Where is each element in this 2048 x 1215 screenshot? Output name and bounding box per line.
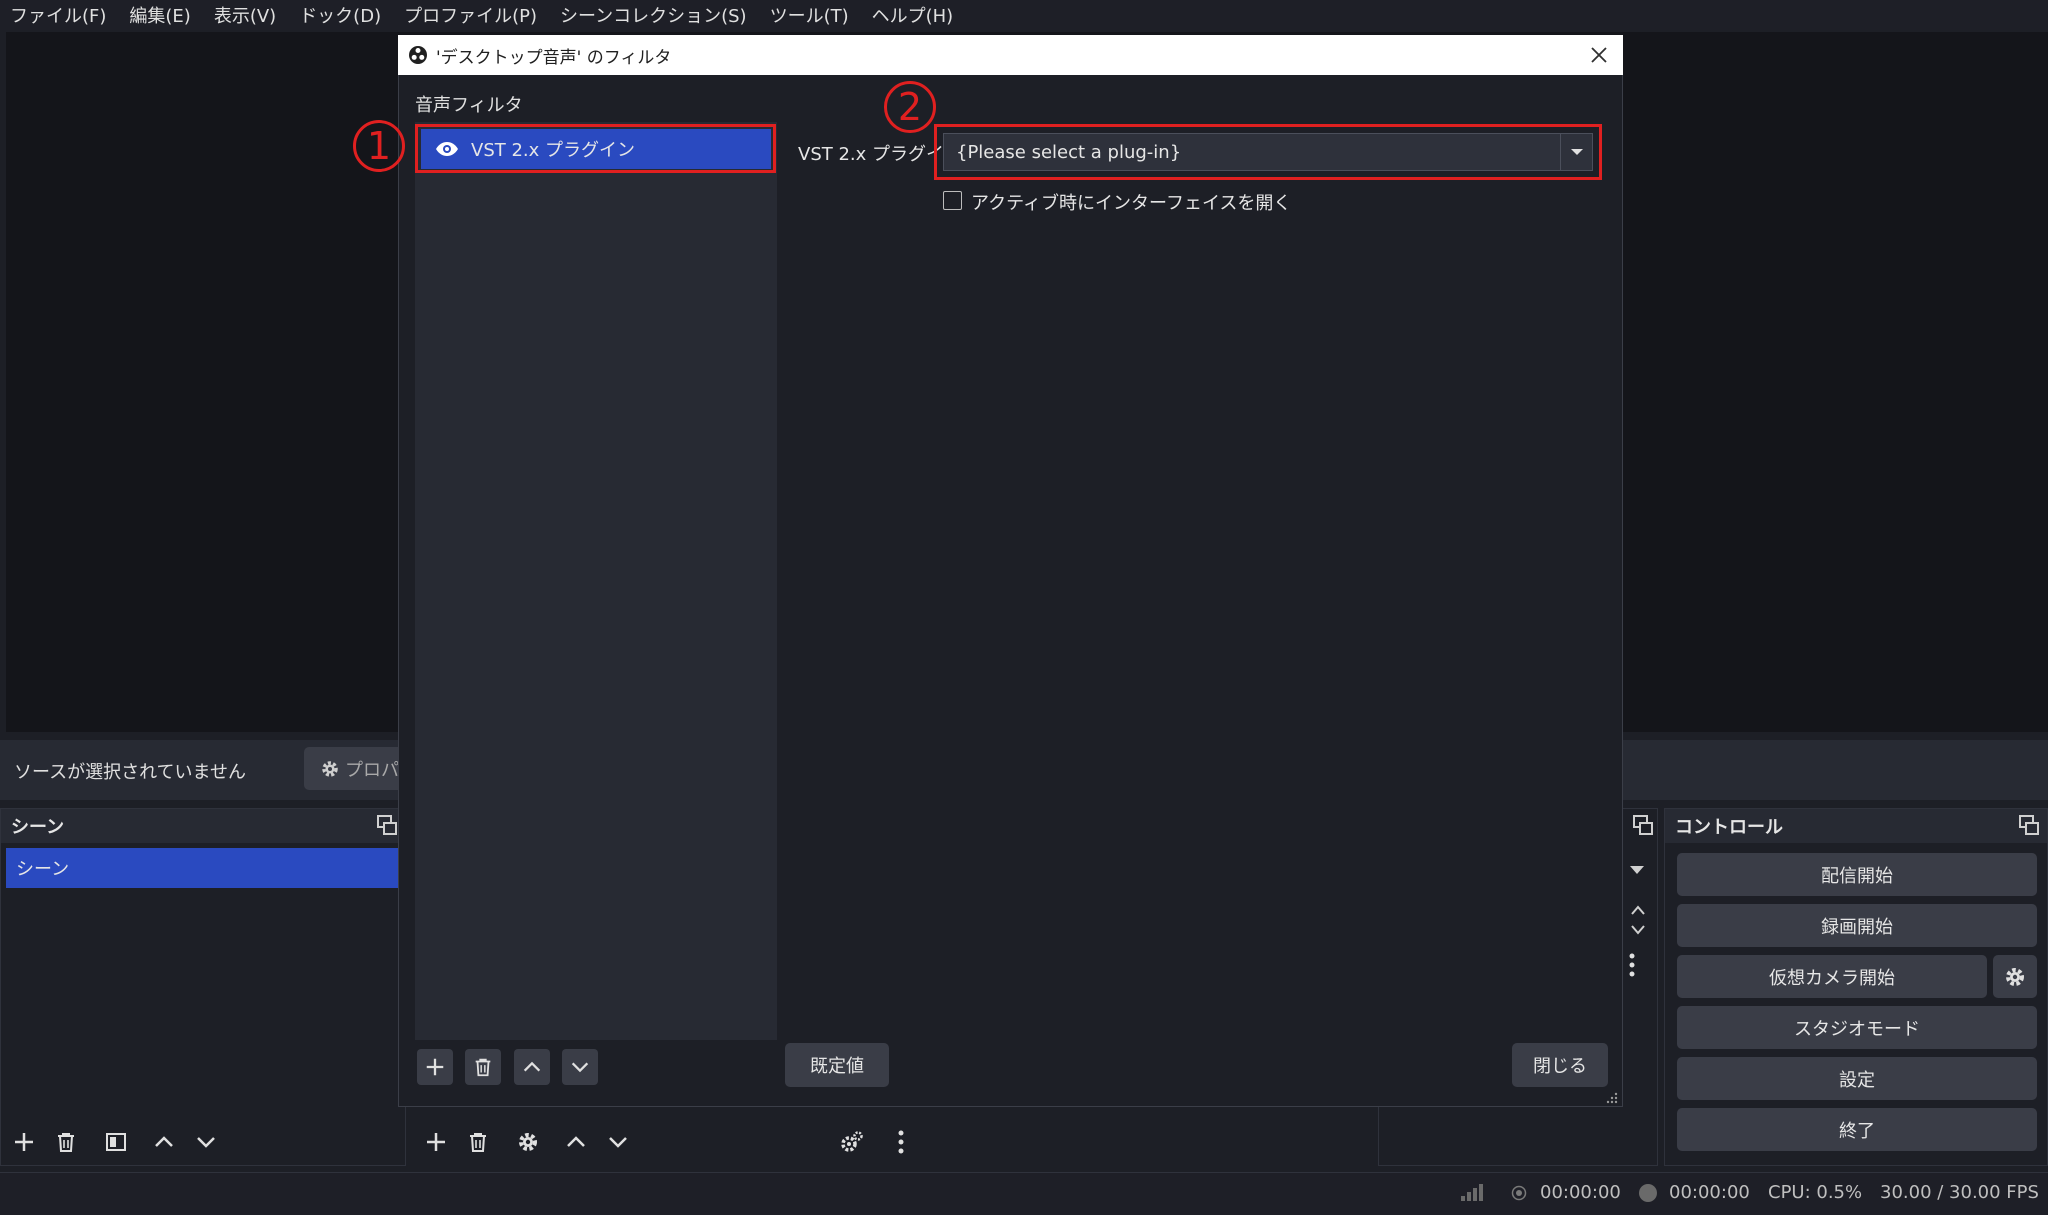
- menu-edit[interactable]: 編集(E): [129, 2, 190, 28]
- transitions-dock-undock-icon[interactable]: [1632, 814, 1654, 836]
- menu-file[interactable]: ファイル(F): [10, 2, 106, 28]
- stream-time: 00:00:00: [1540, 1182, 1621, 1203]
- remove-source-icon[interactable]: [460, 1124, 496, 1160]
- gear-icon: [2003, 965, 2027, 989]
- cpu-usage: CPU: 0.5%: [1768, 1182, 1863, 1203]
- move-source-down-icon[interactable]: [600, 1124, 636, 1160]
- control-dock-undock-icon[interactable]: [2018, 814, 2040, 836]
- annotation-marker-2: 2: [884, 81, 936, 133]
- duration-up-icon[interactable]: [1630, 904, 1646, 916]
- settings-button[interactable]: 設定: [1677, 1057, 2037, 1100]
- exit-button[interactable]: 終了: [1677, 1108, 2037, 1151]
- audio-filters-list: [415, 122, 777, 1040]
- gear-icon: [320, 759, 340, 779]
- add-source-icon[interactable]: [418, 1124, 454, 1160]
- transition-dropdown-arrow-icon[interactable]: [1628, 864, 1646, 876]
- streaming-status-icon: [1510, 1184, 1528, 1202]
- move-filter-up-icon[interactable]: [514, 1049, 550, 1085]
- annotation-highlight-box-1: [415, 124, 776, 173]
- dialog-titlebar: 'デスクトップ音声' のフィルタ: [398, 35, 1623, 75]
- start-recording-button[interactable]: 録画開始: [1677, 904, 2037, 947]
- fps-readout: 30.00 / 30.00 FPS: [1880, 1182, 2039, 1203]
- virtual-camera-settings-button[interactable]: [1993, 955, 2037, 998]
- advanced-audio-gear-icon[interactable]: [834, 1124, 870, 1160]
- defaults-button[interactable]: 既定値: [785, 1043, 889, 1087]
- network-signal-icon: [1460, 1182, 1484, 1202]
- move-scene-down-icon[interactable]: [188, 1124, 224, 1160]
- menu-dock[interactable]: ドック(D): [299, 2, 381, 28]
- start-streaming-button[interactable]: 配信開始: [1677, 853, 2037, 896]
- source-properties-gear-icon[interactable]: [510, 1124, 546, 1160]
- scene-filters-icon[interactable]: [98, 1124, 134, 1160]
- menu-tools[interactable]: ツール(T): [770, 2, 849, 28]
- obs-logo-icon: [408, 45, 428, 65]
- move-source-up-icon[interactable]: [558, 1124, 594, 1160]
- dialog-close-button[interactable]: [1584, 40, 1614, 70]
- studio-mode-button[interactable]: スタジオモード: [1677, 1006, 2037, 1049]
- menu-help[interactable]: ヘルプ(H): [872, 2, 954, 28]
- close-button[interactable]: 閉じる: [1512, 1043, 1608, 1087]
- menu-profile[interactable]: プロファイル(P): [404, 2, 537, 28]
- move-filter-down-icon[interactable]: [562, 1049, 598, 1085]
- open-interface-checkbox[interactable]: [943, 191, 962, 210]
- scene-dock-title: シーン: [1, 809, 405, 843]
- control-dock-title: コントロール: [1665, 809, 2047, 843]
- remove-filter-icon[interactable]: [465, 1049, 501, 1085]
- remove-scene-icon[interactable]: [48, 1124, 84, 1160]
- audio-filters-label: 音声フィルタ: [415, 95, 523, 116]
- open-interface-label: アクティブ時にインターフェイスを開く: [971, 193, 1292, 214]
- annotation-highlight-box-2: [934, 124, 1602, 180]
- transition-menu-icon[interactable]: [1627, 952, 1637, 978]
- annotation-marker-1: 1: [353, 120, 405, 172]
- record-time: 00:00:00: [1669, 1182, 1750, 1203]
- move-scene-up-icon[interactable]: [146, 1124, 182, 1160]
- menu-view[interactable]: 表示(V): [214, 2, 276, 28]
- add-filter-icon[interactable]: [417, 1049, 453, 1085]
- resize-grip-icon[interactable]: [1606, 1092, 1618, 1104]
- recording-status-icon: [1638, 1183, 1658, 1203]
- menubar: ファイル(F) 編集(E) 表示(V) ドック(D) プロファイル(P) シーン…: [0, 0, 2048, 30]
- scene-list-item[interactable]: シーン: [6, 848, 406, 888]
- close-icon: [1590, 46, 1608, 64]
- scene-dock-undock-icon[interactable]: [376, 814, 398, 836]
- no-source-selected-text: ソースが選択されていません: [14, 762, 247, 783]
- mixer-menu-icon[interactable]: [883, 1124, 919, 1160]
- dialog-title: 'デスクトップ音声' のフィルタ: [436, 47, 672, 68]
- menu-scene-collection[interactable]: シーンコレクション(S): [560, 2, 747, 28]
- add-scene-icon[interactable]: [6, 1124, 42, 1160]
- start-virtual-camera-button[interactable]: 仮想カメラ開始: [1677, 955, 1987, 998]
- duration-down-icon[interactable]: [1630, 924, 1646, 936]
